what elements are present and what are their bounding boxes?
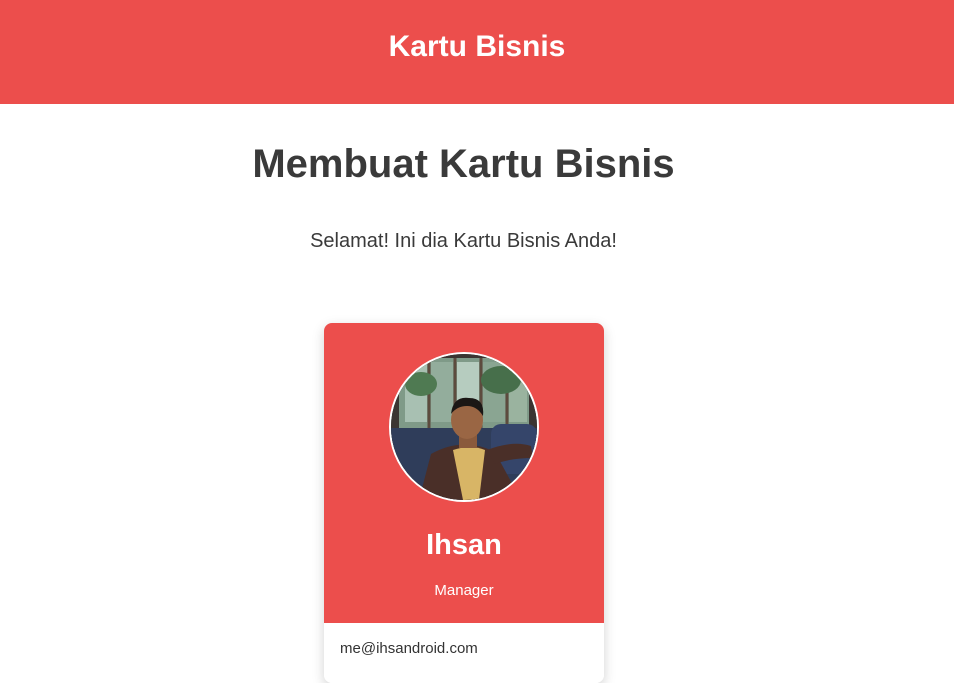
page-title: Membuat Kartu Bisnis: [252, 142, 675, 186]
card-header: Ihsan Manager: [324, 323, 604, 623]
app-title: Kartu Bisnis: [388, 30, 566, 63]
profile-photo-icon: [391, 354, 537, 500]
avatar: [389, 352, 539, 502]
card-body: me@ihsandroid.com: [324, 623, 604, 683]
app-header: Kartu Bisnis: [0, 0, 954, 104]
card-email: me@ihsandroid.com: [340, 640, 478, 657]
card-name: Ihsan: [426, 529, 502, 561]
card-role: Manager: [434, 582, 494, 599]
page-subtitle: Selamat! Ini dia Kartu Bisnis Anda!: [310, 230, 617, 252]
business-card: Ihsan Manager me@ihsandroid.com: [324, 323, 604, 683]
